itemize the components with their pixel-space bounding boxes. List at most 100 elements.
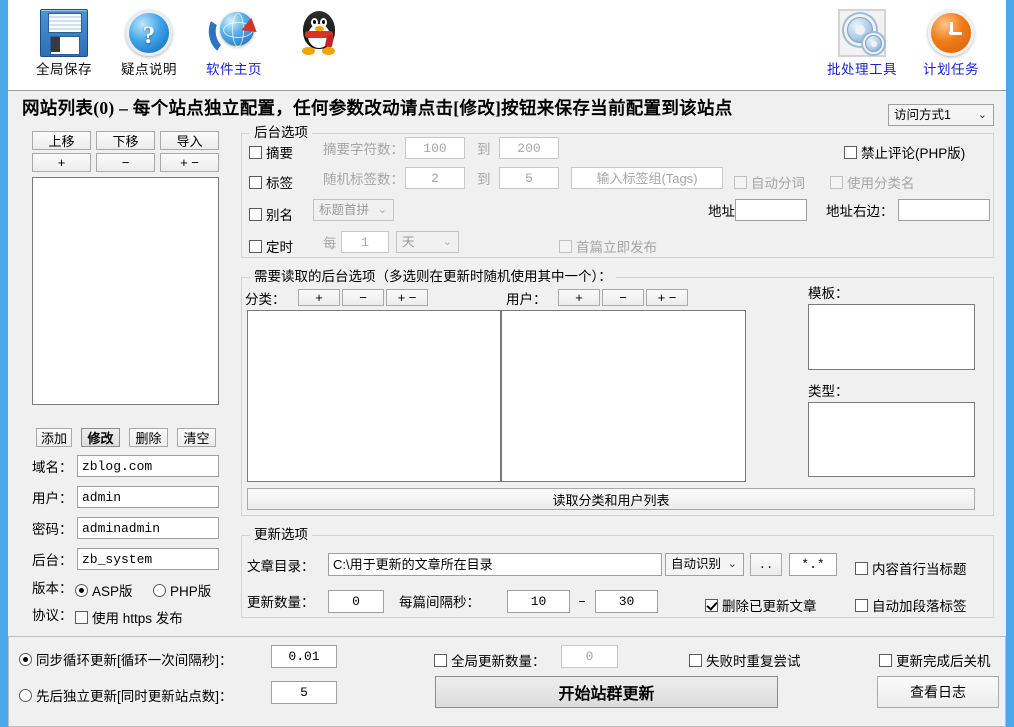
interval-to-input[interactable]: 30 [595,590,658,613]
app-window: 全局保存 ? 疑点说明 软件主页 批处理工具 计划任务 网站列表(0) – 每个… [8,0,1006,727]
checkbox-indicator [249,175,262,189]
global-count-input[interactable]: 0 [561,645,618,668]
article-dir-label: 文章目录： [247,559,315,574]
summary-checkbox[interactable]: 摘要 [249,142,293,162]
version-radio-php-label: PHP版 [170,584,212,599]
move-up-button[interactable]: 上移 [32,131,91,150]
view-log-button[interactable]: 查看日志 [877,676,999,708]
alias-checkbox-label: 别名 [266,208,293,223]
user-toggle-button[interactable]: + − [646,289,688,306]
tags-group-input[interactable]: 输入标签组(Tags) [571,167,723,189]
tags-to-label: 到 [477,172,491,187]
add-row-button[interactable]: + [32,153,91,172]
site-modify-button[interactable]: 修改 [81,428,120,447]
summary-checkbox-label: 摘要 [266,146,293,161]
template-listbox[interactable] [808,304,975,370]
toolbar-button-qq[interactable] [271,6,367,62]
checkbox-indicator [689,653,702,667]
auto-split-checkbox[interactable]: 自动分词 [734,172,805,192]
tags-from-input[interactable]: 2 [405,167,465,189]
toolbar-button-global-save[interactable]: 全局保存 [16,6,112,78]
checkbox-indicator [705,598,718,612]
site-listbox[interactable] [32,177,219,405]
toolbar-label-global-save: 全局保存 [36,62,92,77]
tags-to-input[interactable]: 5 [499,167,559,189]
domain-label: 域名： [32,460,73,475]
mode-sync-radio[interactable]: 同步循环更新[循环一次间隔秒]： [19,649,233,669]
password-input[interactable]: adminadmin [77,517,219,539]
article-dir-input[interactable]: C:\用于更新的文章所在目录 [328,553,662,576]
import-button[interactable]: 导入 [160,131,219,150]
tags-checkbox[interactable]: 标签 [249,172,293,192]
toolbar: 全局保存 ? 疑点说明 软件主页 批处理工具 计划任务 [8,0,1006,91]
backend-options-caption: 后台选项 [250,125,312,141]
user-listbox[interactable] [501,310,746,482]
publish-first-checkbox[interactable]: 首篇立即发布 [559,236,657,256]
global-count-checkbox[interactable]: 全局更新数量： [434,650,546,670]
timer-every-label: 每 [323,236,337,251]
summary-to-input[interactable]: 200 [499,137,559,159]
timer-value-input[interactable]: 1 [341,231,389,253]
category-remove-button[interactable]: − [342,289,384,306]
site-clear-button[interactable]: 清空 [177,428,216,447]
checkbox-indicator [249,239,262,253]
category-label: 分类： [245,292,286,307]
move-down-button[interactable]: 下移 [96,131,155,150]
toolbar-button-homepage[interactable]: 软件主页 [186,6,282,78]
disable-comment-checkbox[interactable]: 禁止评论(PHP版) [844,142,965,162]
type-listbox[interactable] [808,402,975,477]
version-radio-php[interactable]: PHP版 [153,580,211,600]
category-toggle-button[interactable]: + − [386,289,428,306]
timer-checkbox-label: 定时 [266,240,293,255]
toolbar-button-batch-tools[interactable]: 批处理工具 [814,6,910,78]
start-update-button[interactable]: 开始站群更新 [435,676,778,708]
access-mode-select[interactable]: 访问方式1 ⌄ [888,104,994,126]
summary-from-input[interactable]: 100 [405,137,465,159]
alias-mode-select[interactable]: 标题首拼 ⌄ [313,199,394,221]
summary-chars-label: 摘要字符数： [323,142,404,157]
use-category-name-checkbox[interactable]: 使用分类名 [830,172,915,192]
toolbar-button-help[interactable]: ? 疑点说明 [101,6,197,78]
addr-right-input[interactable] [898,199,990,221]
interval-from-input[interactable]: 10 [507,590,570,613]
site-delete-button[interactable]: 删除 [129,428,168,447]
toggle-row-button[interactable]: + − [160,153,219,172]
retry-on-fail-checkbox[interactable]: 失败时重复尝试 [689,650,801,670]
page-title: 网站列表(0) – 每个站点独立配置，任何参数改动请点击[修改]按钮来保存当前配… [22,98,733,118]
mode-seq-radio[interactable]: 先后独立更新[同时更新站点数]： [19,685,233,705]
category-add-button[interactable]: + [298,289,340,306]
auto-paragraph-checkbox[interactable]: 自动加段落标签 [855,595,967,615]
timer-unit-select[interactable]: 天 ⌄ [396,231,459,253]
browse-dir-button[interactable]: .. [750,553,782,576]
toolbar-button-scheduled-task[interactable]: 计划任务 [903,6,999,78]
alias-mode-value: 标题首拼 [319,203,370,217]
delete-updated-checkbox[interactable]: 删除已更新文章 [705,595,817,615]
domain-input[interactable]: zblog.com [77,455,219,477]
user-remove-button[interactable]: − [602,289,644,306]
category-listbox[interactable] [247,310,501,482]
chevron-down-icon: ⌄ [977,109,987,121]
backend-input[interactable]: zb_system [77,548,219,570]
user-input[interactable]: admin [77,486,219,508]
chevron-down-icon: ⌄ [727,558,737,570]
remove-row-button[interactable]: − [96,153,155,172]
https-checkbox[interactable]: 使用 https 发布 [75,607,183,627]
checkbox-indicator [855,561,868,575]
version-radio-asp[interactable]: ASP版 [75,580,133,600]
concurrent-sites-input[interactable]: 5 [271,681,337,704]
user-add-button[interactable]: + [558,289,600,306]
sync-interval-input[interactable]: 0.01 [271,645,337,668]
file-filter-input[interactable]: *.* [789,553,837,576]
mode-sync-label: 同步循环更新[循环一次间隔秒]： [36,653,233,668]
update-count-input[interactable]: 0 [328,590,384,613]
site-add-button[interactable]: 添加 [36,428,72,447]
encoding-select[interactable]: 自动识别 ⌄ [665,553,744,576]
shutdown-after-checkbox[interactable]: 更新完成后关机 [879,650,991,670]
timer-checkbox[interactable]: 定时 [249,236,293,256]
addr-left-input[interactable] [735,199,807,221]
alias-checkbox[interactable]: 别名 [249,204,293,224]
read-category-user-button[interactable]: 读取分类和用户列表 [247,488,975,510]
first-line-title-checkbox[interactable]: 内容首行当标题 [855,558,967,578]
addr-right-label: 地址右边： [826,204,894,219]
checkbox-indicator [75,610,88,624]
